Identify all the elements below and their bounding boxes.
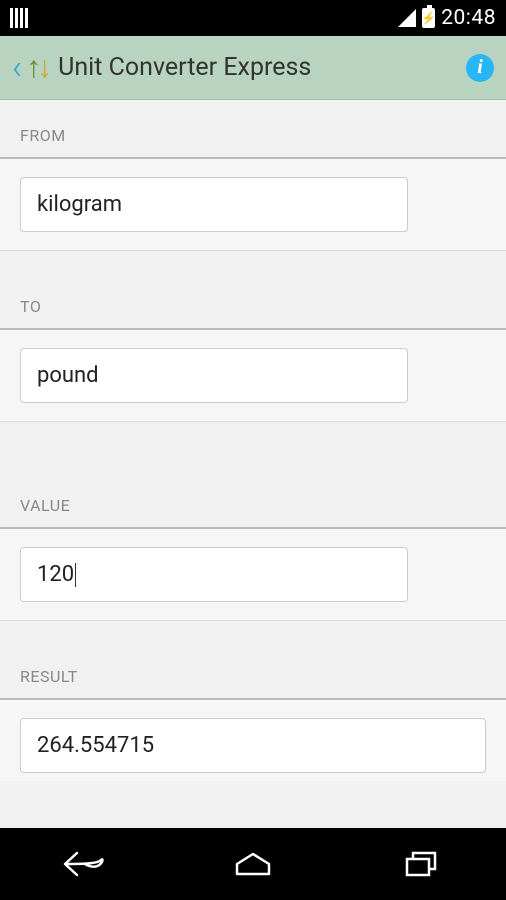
nav-back-button[interactable]: [44, 844, 124, 884]
status-left: [10, 8, 28, 28]
value-input[interactable]: 120: [20, 547, 408, 602]
nav-recent-button[interactable]: [382, 844, 462, 884]
app-title: Unit Converter Express: [58, 53, 462, 82]
result-label: RESULT: [0, 651, 506, 698]
value-field-wrap: 120: [0, 529, 506, 621]
to-value: pound: [37, 363, 99, 388]
to-label: TO: [0, 281, 506, 328]
spacer: [0, 621, 506, 651]
spacer: [0, 422, 506, 480]
value-label: VALUE: [0, 480, 506, 527]
from-select[interactable]: kilogram: [20, 177, 408, 232]
app-logo-icon: ↑↓: [26, 53, 52, 83]
to-select[interactable]: pound: [20, 348, 408, 403]
notification-icon: [10, 8, 28, 28]
back-icon[interactable]: ‹: [12, 51, 22, 85]
nav-home-button[interactable]: [213, 844, 293, 884]
to-field-wrap: pound: [0, 330, 506, 422]
clock: 20:48: [441, 6, 496, 30]
from-field-wrap: kilogram: [0, 159, 506, 251]
spacer: [0, 251, 506, 281]
app-bar: ‹ ↑↓ Unit Converter Express i: [0, 36, 506, 100]
info-icon[interactable]: i: [466, 54, 494, 82]
nav-bar: [0, 828, 506, 900]
result-text: 264.554715: [37, 733, 154, 758]
text-cursor: [75, 563, 76, 587]
from-value: kilogram: [37, 192, 122, 217]
result-field-wrap: 264.554715: [0, 700, 506, 781]
signal-icon: [398, 9, 416, 27]
result-output: 264.554715: [20, 718, 486, 773]
battery-icon: ⚡: [422, 8, 435, 28]
content: FROM kilogram TO pound VALUE 120 RESULT …: [0, 100, 506, 828]
status-bar: ⚡ 20:48: [0, 0, 506, 36]
status-right: ⚡ 20:48: [398, 6, 496, 30]
value-text: 120: [37, 562, 74, 587]
from-label: FROM: [0, 100, 506, 157]
